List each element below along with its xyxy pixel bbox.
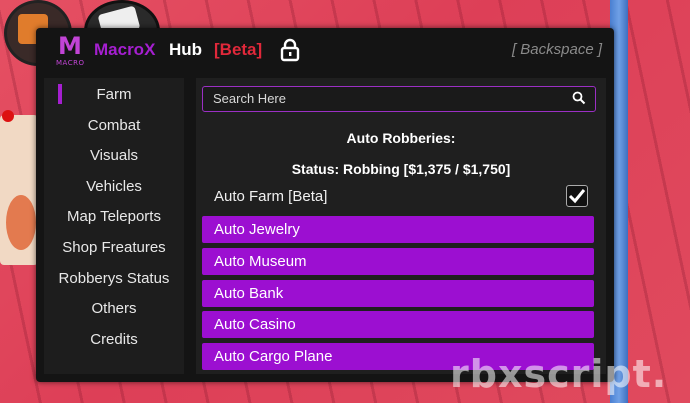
auto-bank-button[interactable]: Auto Bank [202,280,594,307]
sidebar-item-map-teleports[interactable]: Map Teleports [44,208,184,225]
logo-subtext: MACRO [56,59,85,67]
toggle-label: Auto Farm [Beta] [214,188,328,205]
button-label: Auto Jewelry [214,221,300,238]
title-beta: [Beta] [214,40,263,59]
search-icon[interactable] [572,91,586,105]
macro-logo-icon: M MACRO [54,32,90,68]
section-title: Auto Robberies: [346,130,456,146]
sidebar-item-farm[interactable]: Farm [44,86,184,103]
sidebar-item-shop-features[interactable]: Shop Freatures [44,239,184,256]
sidebar-item-others[interactable]: Others [44,300,184,317]
checkmark-icon [568,189,586,204]
lock-icon[interactable] [280,38,300,62]
sidebar-item-vehicles[interactable]: Vehicles [44,178,184,195]
sidebar: Farm Combat Visuals Vehicles Map Telepor… [44,78,184,374]
auto-casino-button[interactable]: Auto Casino [202,311,594,338]
auto-farm-checkbox[interactable] [566,185,588,207]
auto-museum-button[interactable]: Auto Museum [202,248,594,275]
background-figure [6,195,36,250]
title-macrox: MacroX [94,40,156,59]
search-input[interactable]: Search Here [202,86,596,112]
sidebar-item-credits[interactable]: Credits [44,331,184,348]
watermark: rbxscript. [450,352,668,396]
title-bar[interactable]: M MACRO MacroX Hub [Beta] [ Backspace ] [36,28,614,74]
button-label: Auto Bank [214,285,284,302]
sidebar-item-combat[interactable]: Combat [44,117,184,134]
search-placeholder: Search Here [213,91,286,106]
button-label: Auto Casino [214,316,296,333]
toggle-hotkey-label: [ Backspace ] [511,41,602,58]
robbery-status-text: Status: Robbing [$1,375 / $1,750] [291,161,511,177]
button-label: Auto Cargo Plane [214,348,333,365]
hub-window: M MACRO MacroX Hub [Beta] [ Backspace ] … [36,28,614,382]
button-label: Auto Museum [214,253,307,270]
logo-letter: M [58,32,82,60]
background-marker [2,110,14,122]
title-hub: Hub [169,40,203,59]
main-panel: Search Here Auto Robberies: Status: Robb… [196,78,606,374]
auto-farm-toggle[interactable]: Auto Farm [Beta] [202,182,594,210]
auto-jewelry-button[interactable]: Auto Jewelry [202,216,594,243]
sidebar-item-robberys-status[interactable]: Robberys Status [44,270,184,287]
sidebar-item-visuals[interactable]: Visuals [44,147,184,164]
